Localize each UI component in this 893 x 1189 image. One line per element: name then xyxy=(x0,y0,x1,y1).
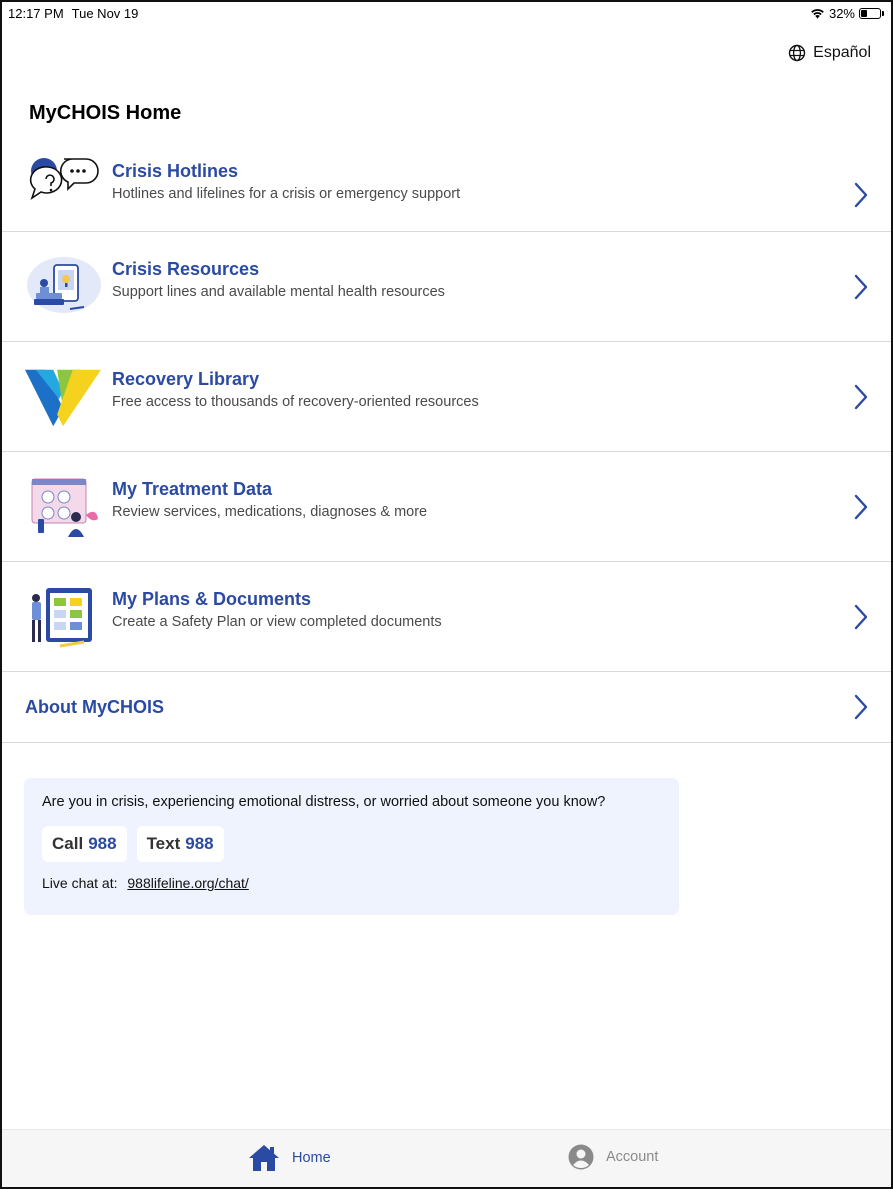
crisis-help-card: Are you in crisis, experiencing emotiona… xyxy=(24,778,679,915)
battery-level xyxy=(861,9,867,17)
text-988-button[interactable]: Text 988 xyxy=(136,826,224,862)
account-icon xyxy=(568,1144,594,1170)
status-bar: 12:17 PM Tue Nov 19 32% xyxy=(2,2,891,24)
menu-title: Recovery Library xyxy=(112,369,260,389)
menu-title: Crisis Hotlines xyxy=(112,161,239,181)
about-title: About MyCHOIS xyxy=(25,697,164,717)
text-number: 988 xyxy=(185,834,214,853)
app-window: 12:17 PM Tue Nov 19 32% Español MyCHOIS … xyxy=(0,0,893,1189)
triangle-logo xyxy=(24,362,102,432)
menu-title: My Plans & Documents xyxy=(112,589,312,609)
resources-illustration xyxy=(24,252,102,322)
page-title: MyCHOIS Home xyxy=(29,102,182,124)
treatment-illustration xyxy=(24,472,102,542)
battery-icon xyxy=(859,7,884,19)
menu-item-my-plans-documents[interactable]: My Plans & Documents Create a Safety Pla… xyxy=(2,562,891,672)
menu-subtitle: Hotlines and lifelines for a crisis or e… xyxy=(112,186,461,202)
home-icon xyxy=(249,1145,279,1171)
menu-subtitle: Create a Safety Plan or view completed d… xyxy=(112,614,442,630)
language-toggle-button[interactable]: Español xyxy=(788,44,871,62)
tab-account[interactable]: Account xyxy=(568,1144,658,1170)
status-time: 12:17 PM xyxy=(8,5,64,21)
home-menu-list: Crisis Hotlines Hotlines and lifelines f… xyxy=(2,143,891,743)
tab-account-label: Account xyxy=(606,1149,659,1165)
menu-item-my-treatment-data[interactable]: My Treatment Data Review services, medic… xyxy=(2,452,891,562)
call-label: Call xyxy=(52,834,84,853)
text-label: Text xyxy=(146,834,181,853)
menu-subtitle: Review services, medications, diagnoses … xyxy=(112,504,428,520)
wifi-icon xyxy=(811,9,824,19)
chevron-right-icon xyxy=(854,604,868,629)
crisis-question: Are you in crisis, experiencing emotiona… xyxy=(42,794,606,810)
documents-illustration xyxy=(24,582,102,652)
chat-bubbles-icon xyxy=(24,148,102,218)
tab-home-label: Home xyxy=(292,1150,331,1166)
chat-link[interactable]: 988lifeline.org/chat/ xyxy=(127,875,248,891)
call-988-button[interactable]: Call 988 xyxy=(42,826,127,862)
language-label: Español xyxy=(813,44,871,61)
chevron-right-icon xyxy=(854,494,868,519)
menu-title: My Treatment Data xyxy=(112,479,273,499)
chevron-right-icon xyxy=(854,182,868,208)
battery-percent: 32% xyxy=(828,5,855,21)
menu-subtitle: Free access to thousands of recovery-ori… xyxy=(112,394,479,410)
chevron-right-icon xyxy=(854,384,868,409)
bottom-tab-bar: Home Account xyxy=(2,1129,891,1187)
tab-home[interactable]: Home xyxy=(248,1144,331,1172)
menu-title: Crisis Resources xyxy=(112,259,260,279)
call-number: 988 xyxy=(88,834,117,853)
menu-item-about[interactable]: About MyCHOIS xyxy=(2,672,891,743)
chevron-right-icon xyxy=(854,274,868,299)
status-date: Tue Nov 19 xyxy=(71,5,139,21)
menu-item-recovery-library[interactable]: Recovery Library Free access to thousand… xyxy=(2,342,891,452)
menu-item-crisis-resources[interactable]: Crisis Resources Support lines and avail… xyxy=(2,232,891,342)
globe-icon xyxy=(788,44,806,62)
chat-label: Live chat at: xyxy=(42,875,118,891)
menu-subtitle: Support lines and available mental healt… xyxy=(112,284,445,300)
chevron-right-icon xyxy=(854,694,868,720)
menu-item-crisis-hotlines[interactable]: Crisis Hotlines Hotlines and lifelines f… xyxy=(2,143,891,232)
